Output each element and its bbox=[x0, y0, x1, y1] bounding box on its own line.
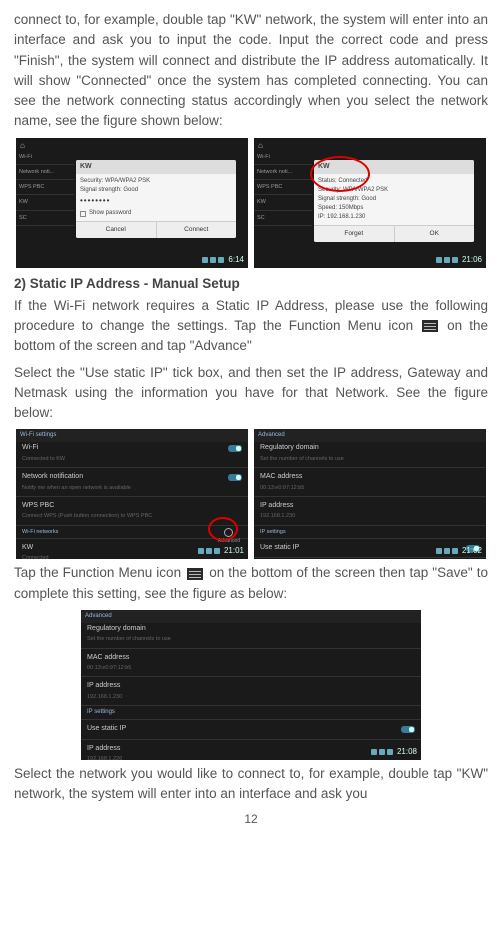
side-sc: SC bbox=[16, 211, 74, 226]
bottom-status-bar: 21:08 bbox=[85, 746, 417, 758]
row-title: Network notification bbox=[22, 472, 242, 483]
row-title: Wi-Fi bbox=[22, 443, 242, 454]
figure-advanced-static: Advanced Regulatory domain Set the numbe… bbox=[81, 610, 421, 760]
annotation-circle bbox=[310, 156, 370, 192]
menu-icon bbox=[422, 320, 438, 332]
row-title: Regulatory domain bbox=[260, 443, 480, 454]
row-title: IP address bbox=[87, 681, 415, 692]
bottom-status-bar: 21:02 bbox=[258, 545, 482, 557]
cancel-button[interactable]: Cancel bbox=[76, 222, 157, 238]
row-sub: Set the number of channels to use bbox=[260, 455, 480, 463]
row-mac: MAC address 00:13:e0:97:12:b5 bbox=[81, 649, 421, 678]
bottom-status-bar: 21:06 bbox=[258, 254, 482, 266]
row-ip-address-readonly: IP address 192.168.1.230 bbox=[81, 677, 421, 706]
row-sub: Connected to KW bbox=[22, 455, 242, 463]
side-wifi: Wi-Fi bbox=[254, 150, 312, 165]
toggle-icon[interactable] bbox=[228, 474, 242, 481]
side-wifi: Wi-Fi bbox=[16, 150, 74, 165]
row-sub: Set the number of channels to use bbox=[87, 635, 415, 643]
wifi-sidebar: Wi-Fi Network noti... WPS PBC KW SC bbox=[254, 150, 312, 226]
row-title: WPS PBC bbox=[22, 501, 242, 512]
row-regulatory[interactable]: Regulatory domain Set the number of chan… bbox=[81, 620, 421, 649]
para2-text-a: If the Wi-Fi network requires a Static I… bbox=[14, 298, 488, 333]
bottom-status-bar: 6:14 bbox=[20, 254, 244, 266]
show-password-label: Show password bbox=[89, 209, 131, 218]
row-ip-address[interactable]: IP address 192.168.1.230 bbox=[254, 558, 486, 559]
figure-connected-info: ⌂ Wi-Fi Network noti... WPS PBC KW SC KW… bbox=[254, 138, 486, 268]
figure-wifi-settings: Wi-Fi settings Wi-Fi Connected to KW Net… bbox=[16, 429, 248, 559]
clock: 21:02 bbox=[462, 545, 482, 557]
row-sub: Notify me when an open network is availa… bbox=[22, 484, 242, 492]
row-sub: 00:13:e0:97:12:b5 bbox=[260, 484, 480, 492]
clock: 6:14 bbox=[228, 254, 244, 266]
heading-static-ip: 2) Static IP Address - Manual Setup bbox=[14, 274, 488, 294]
settings-list: Wi-Fi Connected to KW Network notificati… bbox=[16, 439, 248, 559]
clock: 21:01 bbox=[224, 545, 244, 557]
side-kw: KW bbox=[254, 195, 312, 210]
paragraph-2: If the Wi-Fi network requires a Static I… bbox=[14, 296, 488, 357]
row-wifi[interactable]: Wi-Fi Connected to KW bbox=[16, 439, 248, 468]
toggle-icon[interactable] bbox=[401, 726, 415, 733]
forget-button[interactable]: Forget bbox=[314, 226, 395, 242]
popup-strength: Signal strength: Good bbox=[318, 195, 470, 204]
popup-speed: Speed: 150Mbps bbox=[318, 204, 470, 213]
popup-title: KW bbox=[76, 160, 236, 175]
figure-row-1: ⌂ Wi-Fi Network noti... WPS PBC KW SC KW… bbox=[14, 138, 488, 268]
paragraph-5: Select the network you would like to con… bbox=[14, 764, 488, 805]
paragraph-4: Tap the Function Menu icon on the bottom… bbox=[14, 563, 488, 604]
side-nn: Network noti... bbox=[16, 165, 74, 180]
row-network-notification[interactable]: Network notification Notify me when an o… bbox=[16, 468, 248, 497]
page-number: 12 bbox=[14, 810, 488, 828]
row-sub: Connect WPS (Push button connection) to … bbox=[22, 512, 242, 520]
password-field[interactable]: •••••••• bbox=[80, 195, 232, 207]
wifi-sidebar: Wi-Fi Network noti... WPS PBC KW SC bbox=[16, 150, 74, 226]
paragraph-1: connect to, for example, double tap "KW"… bbox=[14, 10, 488, 132]
row-regulatory[interactable]: Regulatory domain Set the number of chan… bbox=[254, 439, 486, 468]
clock: 21:06 bbox=[462, 254, 482, 266]
checkbox-icon[interactable] bbox=[80, 211, 86, 217]
settings-list: Regulatory domain Set the number of chan… bbox=[81, 620, 421, 760]
row-mac: MAC address 00:13:e0:97:12:b5 bbox=[254, 468, 486, 497]
side-wps: WPS PBC bbox=[254, 180, 312, 195]
bottom-status-bar: 21:01 bbox=[20, 545, 244, 557]
row-use-static-ip[interactable]: Use static IP bbox=[81, 720, 421, 740]
row-title: Use static IP bbox=[87, 724, 415, 735]
settings-list: Regulatory domain Set the number of chan… bbox=[254, 439, 486, 559]
paragraph-3: Select the "Use static IP" tick box, and… bbox=[14, 363, 488, 424]
row-sub: 192.168.1.230 bbox=[260, 512, 480, 520]
row-title: MAC address bbox=[87, 653, 415, 664]
section-label: IP settings bbox=[81, 706, 421, 720]
row-title: Regulatory domain bbox=[87, 624, 415, 635]
figure-row-2: Wi-Fi settings Wi-Fi Connected to KW Net… bbox=[14, 429, 488, 559]
row-ip-address-readonly: IP address 192.168.1.230 bbox=[254, 497, 486, 526]
menu-icon bbox=[187, 568, 203, 580]
row-title: IP address bbox=[260, 501, 480, 512]
section-label: IP settings bbox=[254, 526, 486, 539]
row-title: MAC address bbox=[260, 472, 480, 483]
side-nn: Network noti... bbox=[254, 165, 312, 180]
figure-connect-dialog: ⌂ Wi-Fi Network noti... WPS PBC KW SC KW… bbox=[16, 138, 248, 268]
row-sub: 192.168.1.230 bbox=[87, 693, 415, 701]
connect-popup: KW Security: WPA/WPA2 PSK Signal strengt… bbox=[76, 160, 236, 238]
row-sub: 00:13:e0:97:12:b5 bbox=[87, 664, 415, 672]
side-kw: KW bbox=[16, 195, 74, 210]
show-password-row[interactable]: Show password bbox=[80, 209, 232, 218]
popup-security: Security: WPA/WPA2 PSK bbox=[80, 177, 232, 186]
ok-button[interactable]: OK bbox=[395, 226, 475, 242]
clock: 21:08 bbox=[397, 746, 417, 758]
connect-button[interactable]: Connect bbox=[157, 222, 237, 238]
popup-ip: IP: 192.168.1.230 bbox=[318, 213, 470, 222]
popup-strength: Signal strength: Good bbox=[80, 186, 232, 195]
para4-text-a: Tap the Function Menu icon bbox=[14, 565, 181, 580]
side-wps: WPS PBC bbox=[16, 180, 74, 195]
toggle-icon[interactable] bbox=[228, 445, 242, 452]
side-sc: SC bbox=[254, 211, 312, 226]
figure-advanced-settings: Advanced Regulatory domain Set the numbe… bbox=[254, 429, 486, 559]
